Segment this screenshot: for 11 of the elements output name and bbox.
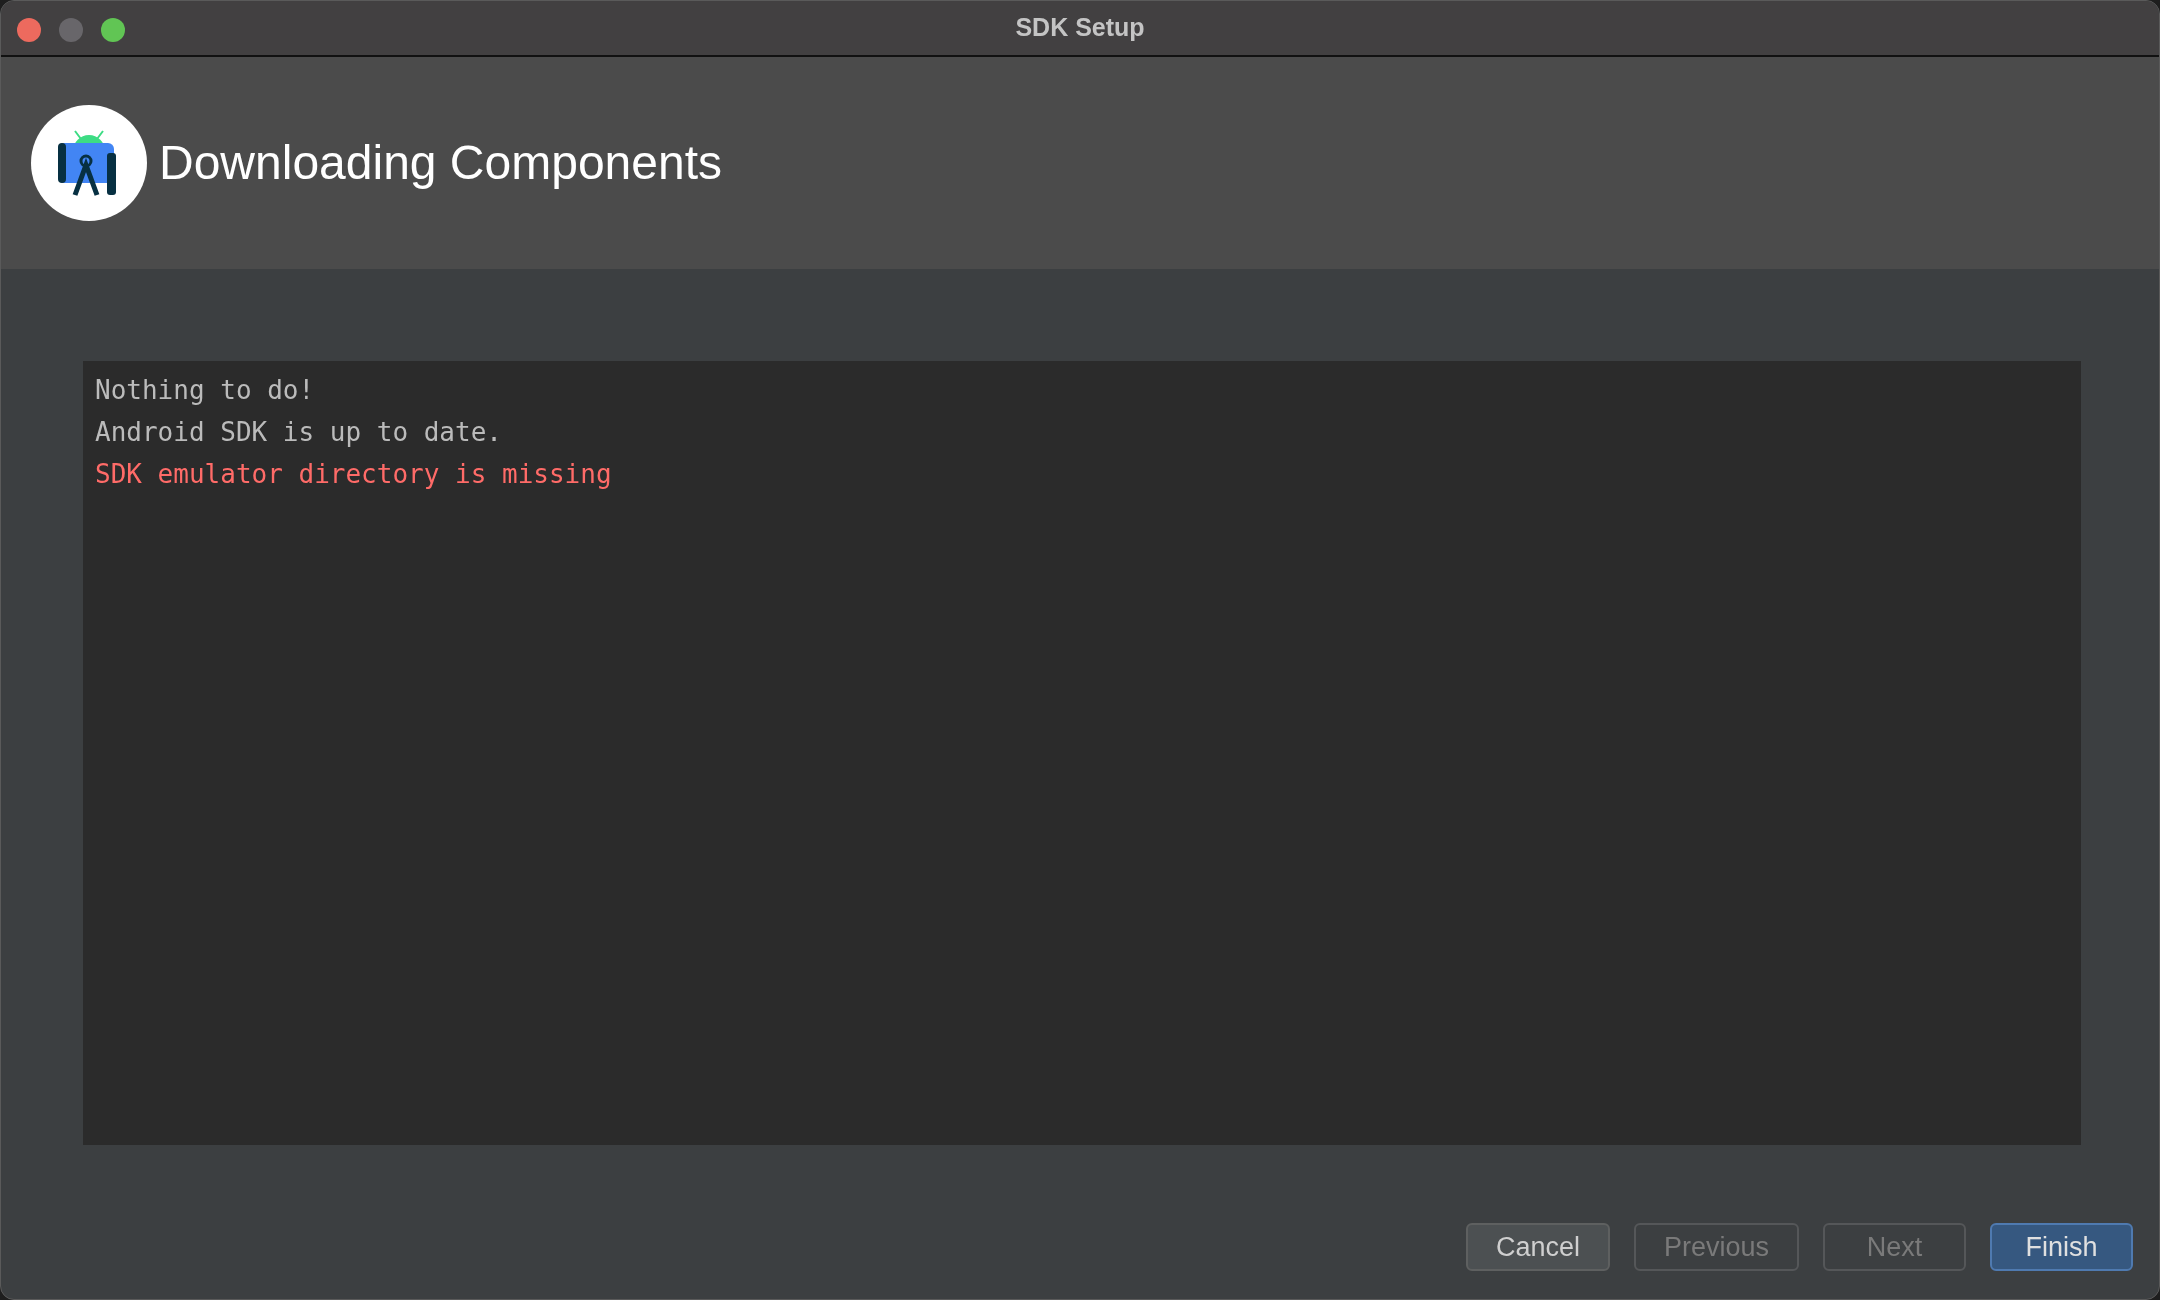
zoom-window-button[interactable]: [101, 18, 125, 42]
page-heading: Downloading Components: [159, 135, 722, 191]
log-line: Android SDK is up to date.: [95, 417, 503, 447]
log-line: Nothing to do!: [95, 375, 316, 405]
minimize-window-button[interactable]: [59, 18, 83, 42]
wizard-button[interactable]: Finish: [1990, 1223, 2133, 1271]
close-window-button[interactable]: [17, 18, 41, 42]
window-title: SDK Setup: [1015, 12, 1145, 44]
log-line: SDK emulator directory is missing: [95, 459, 613, 489]
android-studio-logo-icon: [31, 105, 147, 221]
wizard-button[interactable]: Cancel: [1465, 1223, 1610, 1271]
